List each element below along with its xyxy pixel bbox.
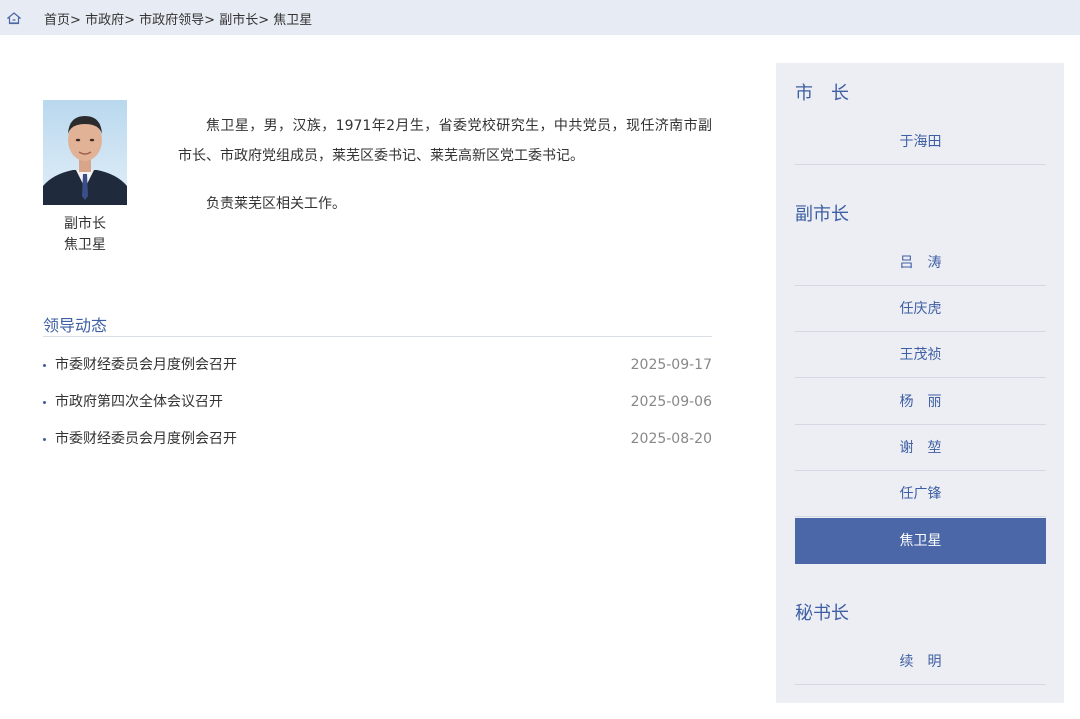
bio-paragraph: 负责莱芜区相关工作。 bbox=[206, 196, 346, 212]
news-item: 市政府第四次全体会议召开 2025-09-06 bbox=[43, 389, 712, 426]
sidebar-group-vice-mayor: 副市长 bbox=[795, 204, 849, 225]
news-section-title: 领导动态 bbox=[43, 316, 108, 335]
breadcrumb-separator: > bbox=[70, 13, 81, 28]
breadcrumb-separator: > bbox=[204, 13, 216, 28]
sidebar-group-mayor: 市 长 bbox=[795, 83, 849, 104]
sidebar-group-secretary-general: 秘书长 bbox=[795, 603, 849, 624]
breadcrumb-vice-mayor[interactable]: 副市长 bbox=[219, 13, 258, 28]
leader-title: 副市长 bbox=[64, 216, 106, 232]
breadcrumb-separator: > bbox=[258, 13, 270, 28]
bullet-dot bbox=[43, 438, 46, 441]
sidebar-item-vice-mayor-4[interactable]: 杨 丽 bbox=[795, 379, 1046, 425]
sidebar-item-vice-mayor-1[interactable]: 吕 涛 bbox=[795, 240, 1046, 286]
sidebar-item-vice-mayor-3[interactable]: 王茂祯 bbox=[795, 332, 1046, 378]
bullet-dot bbox=[43, 401, 46, 404]
sidebar-item-secretary-general-1[interactable]: 续 明 bbox=[795, 639, 1046, 685]
breadcrumb-bar: 首页> 市政府> 市政府领导> 副市长> 焦卫星 bbox=[0, 0, 1080, 35]
bullet-dot bbox=[43, 364, 46, 367]
portrait-image bbox=[43, 100, 127, 205]
sidebar-item-vice-mayor-7-active[interactable]: 焦卫星 bbox=[795, 518, 1046, 564]
news-date: 2025-09-06 bbox=[630, 394, 712, 410]
leader-name: 焦卫星 bbox=[64, 237, 106, 253]
sidebar-item-vice-mayor-2[interactable]: 任庆虎 bbox=[795, 286, 1046, 332]
breadcrumb-current: 焦卫星 bbox=[273, 13, 313, 28]
news-link[interactable]: 市政府第四次全体会议召开 bbox=[55, 389, 223, 415]
news-link[interactable]: 市委财经委员会月度例会召开 bbox=[55, 352, 237, 378]
bio-paragraph: 焦卫星，男，汉族，1971年2月生，省委党校研究生，中共党员，现任济南市副市长、… bbox=[178, 118, 712, 164]
breadcrumb: 首页> 市政府> 市政府领导> 副市长> 焦卫星 bbox=[44, 9, 312, 28]
news-link[interactable]: 市委财经委员会月度例会召开 bbox=[55, 426, 237, 452]
leaders-sidebar: 市 长 于海田 副市长 吕 涛 任庆虎 王茂祯 杨 丽 谢 堃 任广锋 焦卫星 … bbox=[776, 63, 1064, 703]
breadcrumb-home[interactable]: 首页 bbox=[44, 13, 70, 28]
sidebar-item-vice-mayor-6[interactable]: 任广锋 bbox=[795, 471, 1046, 517]
home-icon[interactable] bbox=[7, 11, 21, 25]
news-item: 市委财经委员会月度例会召开 2025-09-17 bbox=[43, 352, 712, 389]
leader-bio: 焦卫星，男，汉族，1971年2月生，省委党校研究生，中共党员，现任济南市副市长、… bbox=[178, 111, 712, 219]
sidebar-item-mayor-1[interactable]: 于海田 bbox=[795, 119, 1046, 165]
news-item: 市委财经委员会月度例会召开 2025-08-20 bbox=[43, 426, 712, 463]
leader-photo bbox=[43, 100, 127, 205]
sidebar-item-vice-mayor-5[interactable]: 谢 堃 bbox=[795, 425, 1046, 471]
news-list: 市委财经委员会月度例会召开 2025-09-17 市政府第四次全体会议召开 20… bbox=[43, 352, 712, 463]
breadcrumb-government-leaders[interactable]: 市政府领导 bbox=[139, 13, 204, 28]
news-date: 2025-08-20 bbox=[630, 431, 712, 447]
news-date: 2025-09-17 bbox=[630, 357, 712, 373]
news-divider bbox=[43, 336, 712, 337]
photo-caption: 副市长 焦卫星 bbox=[43, 214, 127, 256]
breadcrumb-separator: > bbox=[124, 13, 135, 28]
breadcrumb-city-government[interactable]: 市政府 bbox=[85, 13, 124, 28]
